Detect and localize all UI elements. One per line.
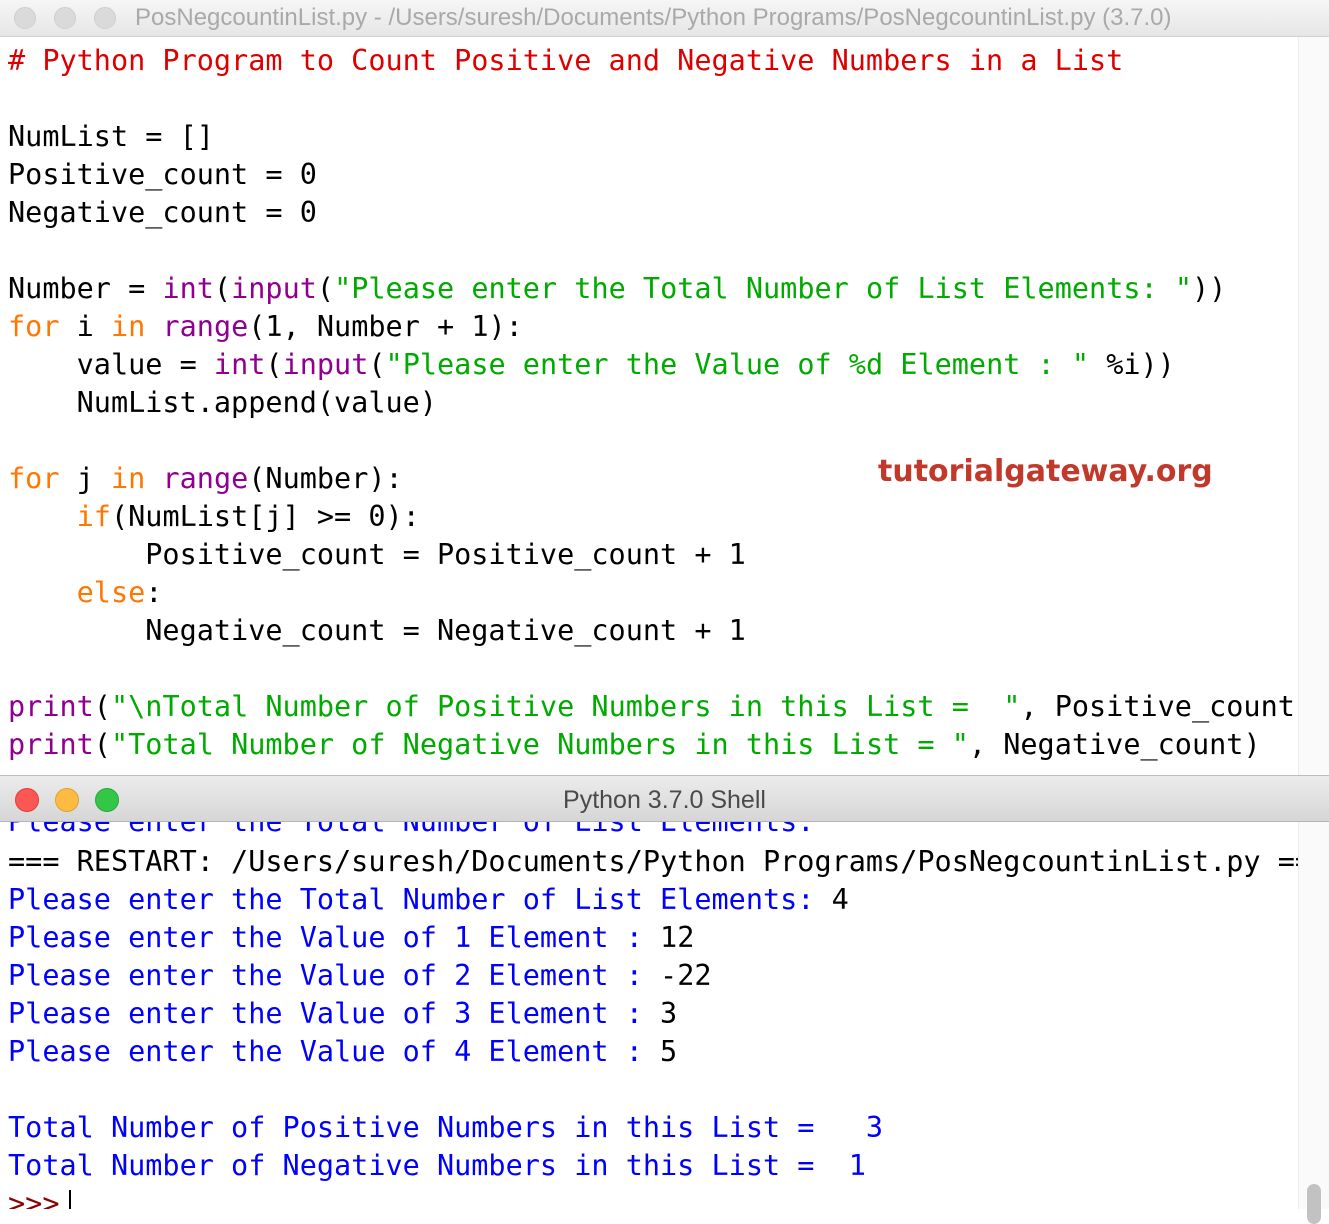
- zoom-button[interactable]: [94, 7, 116, 29]
- editor-window-title: PosNegcountinList.py - /Users/suresh/Doc…: [135, 4, 1172, 31]
- shell-titlebar[interactable]: Python 3.7.0 Shell: [0, 775, 1329, 822]
- code-line-negative-increment: Negative_count = Negative_count + 1: [8, 614, 746, 647]
- close-button[interactable]: [14, 7, 36, 29]
- shell-line-total-input: Please enter the Total Number of List El…: [8, 883, 849, 916]
- tutorialgateway-watermark: tutorialgateway.org: [878, 454, 1213, 489]
- code-line-numlist: NumList = []: [8, 120, 214, 153]
- shell-output[interactable]: Please enter the Total Number of List El…: [0, 822, 1298, 1209]
- shell-prompt[interactable]: >>>: [8, 1186, 72, 1209]
- code-line-negative-init: Negative_count = 0: [8, 196, 317, 229]
- minimize-button[interactable]: [54, 7, 76, 29]
- code-line-else: else:: [76, 576, 163, 609]
- shell-line-value-4: Please enter the Value of 4 Element : 5: [8, 1035, 678, 1068]
- code-line-for-j: for j in range(Number):: [8, 462, 403, 495]
- code-line-positive-init: Positive_count = 0: [8, 158, 317, 191]
- shell-window-title: Python 3.7.0 Shell: [563, 786, 766, 814]
- code-line-value-input: value = int(input("Please enter the Valu…: [8, 348, 1175, 381]
- editor-window: PosNegcountinList.py - /Users/suresh/Doc…: [0, 0, 1329, 775]
- shell-line-positive-result: Total Number of Positive Numbers in this…: [8, 1111, 884, 1144]
- code-line-print-positive: print("\nTotal Number of Positive Number…: [8, 690, 1298, 723]
- shell-restart-line: === RESTART: /Users/suresh/Documents/Pyt…: [8, 845, 1298, 878]
- code-line-positive-increment: Positive_count = Positive_count + 1: [8, 538, 746, 571]
- editor-scrollbar[interactable]: [1298, 37, 1329, 775]
- code-line-print-negative: print("Total Number of Negative Numbers …: [8, 728, 1261, 761]
- shell-scrollbar-thumb[interactable]: [1307, 1184, 1321, 1224]
- shell-line-value-3: Please enter the Value of 3 Element : 3: [8, 997, 678, 1030]
- shell-line-partial: Please enter the Total Number of List El…: [8, 822, 814, 840]
- shell-line-negative-result: Total Number of Negative Numbers in this…: [8, 1149, 866, 1182]
- shell-window: Python 3.7.0 Shell Please enter the Tota…: [0, 775, 1329, 1224]
- code-line-for-i: for i in range(1, Number + 1):: [8, 310, 523, 343]
- shell-line-value-1: Please enter the Value of 1 Element : 12: [8, 921, 695, 954]
- code-line-if: if(NumList[j] >= 0):: [76, 500, 420, 533]
- code-line-comment: # Python Program to Count Positive and N…: [8, 44, 1124, 77]
- code-line-append: NumList.append(value): [8, 386, 437, 419]
- code-line-number-input: Number = int(input("Please enter the Tot…: [8, 272, 1227, 305]
- editor-titlebar[interactable]: PosNegcountinList.py - /Users/suresh/Doc…: [0, 0, 1329, 37]
- code-editor[interactable]: # Python Program to Count Positive and N…: [0, 37, 1298, 775]
- text-cursor: [69, 1190, 72, 1209]
- shell-line-value-2: Please enter the Value of 2 Element : -2…: [8, 959, 712, 992]
- shell-scrollbar[interactable]: [1298, 822, 1329, 1224]
